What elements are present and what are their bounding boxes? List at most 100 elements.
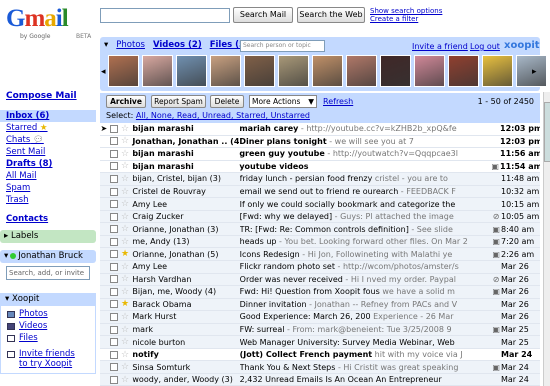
xoopit-files-link[interactable]: Files [7, 332, 95, 344]
select-checkbox[interactable] [109, 237, 118, 246]
gmail-logo[interactable]: Gmail by Google BETA [6, 6, 96, 42]
photo-thumbnail[interactable] [278, 55, 309, 87]
xoopit-panel-title[interactable]: ▾ Xoopit [5, 294, 39, 304]
message-row[interactable]: ☆ nicole burton Web Manager University: Su… [100, 336, 540, 349]
star-icon[interactable]: ☆ [120, 124, 131, 134]
message-row[interactable]: ☆ Harsh Vardhan Order was never received -… [100, 273, 540, 287]
message-row[interactable]: ☆ bijan marashi green guy youtube - http:/… [100, 148, 540, 161]
select-checkbox[interactable] [109, 375, 118, 384]
compose-mail-link[interactable]: Compose Mail [6, 90, 96, 102]
nav-drafts[interactable]: Drafts (8) [6, 158, 96, 170]
nav-inbox[interactable]: Inbox (6) [0, 110, 96, 122]
star-icon[interactable]: ☆ [120, 362, 131, 372]
message-row[interactable]: ☆ notify (Jott) Collect French payment hit… [100, 348, 540, 362]
star-icon[interactable]: ☆ [120, 212, 131, 222]
message-row[interactable]: ☆ Mark Hurst Good Experience: March 26, 20… [100, 311, 540, 324]
tab-photos[interactable]: Photos [116, 40, 145, 50]
select-checkbox[interactable] [109, 350, 118, 359]
scroll-thumb[interactable] [544, 102, 550, 162]
photo-thumbnail[interactable] [142, 55, 173, 87]
message-row[interactable]: ☆ Jonathan, Jonathan .. (4) Diner plans to… [100, 135, 540, 149]
select-checkbox[interactable] [109, 225, 118, 234]
message-row[interactable]: ☆ Cristel de Rouvray email we send out to … [100, 185, 540, 199]
photo-thumbnail[interactable] [482, 55, 513, 87]
star-icon[interactable]: ☆ [120, 287, 131, 297]
star-icon[interactable]: ☆ [120, 337, 131, 347]
star-icon[interactable]: ☆ [120, 224, 131, 234]
select-options-links[interactable]: All, None, Read, Unread, Starred, Unstar… [136, 111, 310, 120]
chat-search-input[interactable]: Search, add, or invite [6, 266, 90, 280]
report-spam-button[interactable]: Report Spam [151, 95, 206, 108]
message-row[interactable]: ★ Orianne, Jonathan (5) Icons Redesign - H… [100, 248, 540, 262]
message-row[interactable]: ☆ bijan, Cristel, bijan (3) friday lunch -… [100, 173, 540, 186]
create-filter-link[interactable]: Create a filter [370, 15, 442, 23]
person-topic-search[interactable]: Search person or topic [240, 40, 325, 52]
star-icon[interactable]: ☆ [120, 136, 131, 146]
message-row[interactable]: ☆ Craig Zucker [Fwd: why we delayed] - Guy… [100, 210, 540, 224]
star-icon[interactable]: ☆ [120, 161, 131, 171]
more-actions-select[interactable]: More Actions ▼ [249, 95, 317, 108]
select-checkbox[interactable] [109, 250, 118, 259]
select-checkbox[interactable] [109, 338, 118, 347]
nav-contacts[interactable]: Contacts [6, 213, 96, 225]
message-row[interactable]: ☆ Amy Lee If only we could socially bookma… [100, 198, 540, 211]
star-icon[interactable]: ☆ [120, 187, 131, 197]
photo-thumbnail[interactable] [346, 55, 377, 87]
message-row[interactable]: ☆ Amy Lee Flickr random photo set - http:/… [100, 261, 540, 274]
scroll-right-arrow-icon[interactable]: ▸ [532, 67, 537, 77]
photo-thumbnail[interactable] [108, 55, 139, 87]
collapse-triangle-icon[interactable]: ▾ [104, 40, 108, 50]
star-icon[interactable]: ☆ [120, 199, 131, 209]
invite-xoopit-link[interactable]: Invite friends to try Xoopit [7, 349, 95, 369]
nav-all-mail[interactable]: All Mail [6, 170, 96, 182]
archive-button[interactable]: Archive [106, 95, 146, 108]
star-icon[interactable]: ☆ [120, 149, 131, 159]
scroll-left-arrow-icon[interactable]: ◂ [101, 67, 106, 77]
select-checkbox[interactable] [109, 137, 118, 146]
star-icon[interactable]: ★ [120, 249, 131, 259]
star-icon[interactable]: ☆ [120, 375, 131, 385]
search-web-button[interactable]: Search the Web [297, 7, 365, 23]
delete-button[interactable]: Delete [210, 95, 244, 108]
photo-thumbnail[interactable] [176, 55, 207, 87]
xoopit-videos-link[interactable]: Videos [7, 320, 95, 332]
photo-thumbnail[interactable] [312, 55, 343, 87]
select-checkbox[interactable] [109, 187, 118, 196]
show-search-options-link[interactable]: Show search options [370, 7, 442, 15]
tab-videos[interactable]: Videos (2) [153, 40, 202, 50]
nav-starred[interactable]: Starred ★ [6, 122, 96, 134]
select-checkbox[interactable] [109, 212, 118, 221]
search-mail-button[interactable]: Search Mail [233, 7, 293, 23]
photo-thumbnail[interactable] [414, 55, 445, 87]
star-icon[interactable]: ★ [120, 299, 131, 309]
photo-thumbnail[interactable] [448, 55, 479, 87]
page-scrollbar[interactable] [543, 92, 550, 386]
star-icon[interactable]: ☆ [120, 274, 131, 284]
select-checkbox[interactable] [109, 124, 118, 133]
star-icon[interactable]: ☆ [120, 325, 131, 335]
photo-thumbnail[interactable] [210, 55, 241, 87]
select-checkbox[interactable] [109, 363, 118, 372]
message-row[interactable]: ☆ mark FW: surreal - From: mark@beneient: … [100, 323, 540, 337]
xoopit-photos-link[interactable]: Photos [7, 308, 95, 320]
select-checkbox[interactable] [109, 287, 118, 296]
photo-thumbnail[interactable] [244, 55, 275, 87]
message-row[interactable]: ☆ me, Andy (13) heads up - You bet. Lookin… [100, 235, 540, 249]
nav-chats[interactable]: Chats 💬︎ [6, 134, 96, 146]
photo-thumbnail[interactable] [380, 55, 411, 87]
chat-header[interactable]: ▾ Jonathan Bruck [0, 250, 96, 263]
star-icon[interactable]: ☆ [120, 174, 131, 184]
message-row[interactable]: ★ Barack Obama Dinner invitation - Jonatha… [100, 298, 540, 312]
refresh-link[interactable]: Refresh [323, 97, 353, 106]
search-input[interactable] [100, 8, 230, 23]
star-icon[interactable]: ☆ [120, 237, 131, 247]
message-row[interactable]: ☆ Sinsa Somturk Thank You & Next Steps - H… [100, 361, 540, 374]
select-checkbox[interactable] [109, 325, 118, 334]
star-icon[interactable]: ☆ [120, 312, 131, 322]
select-checkbox[interactable] [109, 275, 118, 284]
message-row[interactable]: ☆ bijan marashi youtube videos ▣ 11:54 am [100, 160, 540, 174]
message-row[interactable]: ☆ Orianne, Jonathan (3) TR: [Fwd: Re: Comm… [100, 223, 540, 236]
message-row[interactable]: ➤ ☆ bijan marashi mariah carey - http://you… [100, 123, 540, 136]
nav-trash[interactable]: Trash [6, 194, 96, 206]
xoopit-logout-link[interactable]: Log out [470, 42, 500, 51]
